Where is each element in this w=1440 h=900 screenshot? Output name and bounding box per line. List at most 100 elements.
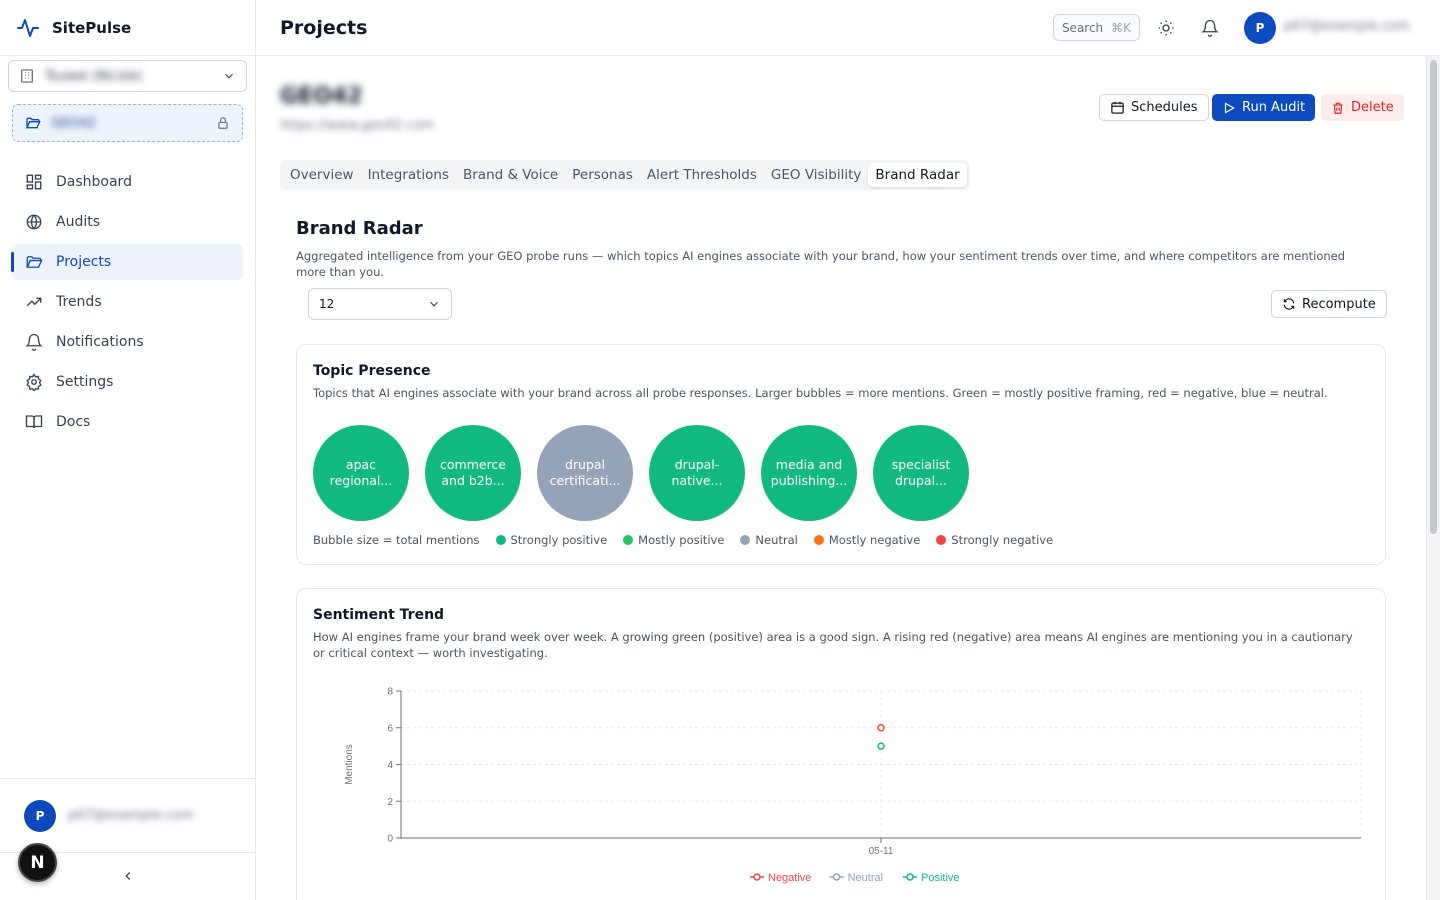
notifications-button[interactable] [1200, 18, 1220, 38]
tab-personas[interactable]: Personas [565, 163, 640, 187]
top-header: Projects Search ⌘K P p67@example.com [256, 0, 1440, 56]
y-tick-label: 2 [387, 797, 393, 808]
legend-marker [906, 873, 914, 881]
folder-open-icon [25, 117, 41, 129]
tab-brand-voice[interactable]: Brand & Voice [456, 163, 565, 187]
search-label: Search [1061, 20, 1104, 35]
theme-toggle-button[interactable] [1156, 18, 1176, 38]
page-scrollbar[interactable] [1426, 56, 1440, 900]
topic-bubble[interactable]: specialist drupal... [873, 425, 969, 521]
topic-bubble[interactable]: drupal-native... [649, 425, 745, 521]
app-name: SitePulse [52, 18, 132, 37]
sidebar-item-dashboard[interactable]: Dashboard [12, 164, 243, 200]
scrollbar-thumb[interactable] [1430, 60, 1437, 534]
sidebar-item-settings[interactable]: Settings [12, 364, 243, 400]
sun-icon [1158, 20, 1174, 36]
x-tick-label: 05-11 [869, 846, 894, 857]
main-content: GEO42 https://www.geo42.com Schedules Ru… [256, 56, 1426, 900]
trash-icon [1333, 102, 1343, 114]
legend-dot [936, 535, 947, 545]
search-button[interactable]: Search ⌘K [1053, 14, 1140, 41]
gear-icon [24, 372, 44, 392]
org-switcher[interactable]: Tsuwei (Nicole) [8, 60, 247, 92]
run-audit-button[interactable]: Run Audit [1212, 94, 1316, 121]
sentiment-trend-card: Sentiment Trend How AI engines frame you… [296, 588, 1386, 900]
project-tabs: Overview Integrations Brand & Voice Pers… [280, 160, 970, 190]
legend-marker [753, 873, 761, 881]
legend-label: Negative [768, 872, 811, 884]
sidebar-item-label: Audits [56, 214, 101, 230]
sidebar-item-audits[interactable]: Audits [12, 204, 243, 240]
user-menu[interactable]: P p67@example.com [0, 778, 255, 852]
legend-label: Neutral [848, 872, 883, 884]
dashboard-icon [24, 172, 44, 192]
sidebar-item-notifications[interactable]: Notifications [12, 324, 243, 360]
sidebar-item-trends[interactable]: Trends [12, 284, 243, 320]
sidebar: SitePulse Tsuwei (Nicole) GEO42 Dashboar… [0, 0, 256, 900]
nextjs-dev-badge[interactable]: N [18, 843, 57, 882]
project-url[interactable]: https://www.geo42.com [280, 118, 434, 133]
legend-item: Strongly negative [936, 533, 1053, 547]
tab-overview[interactable]: Overview [283, 163, 361, 187]
sidebar-item-projects[interactable]: Projects [11, 244, 243, 280]
project-name: GEO42 [51, 115, 97, 131]
sidebar-item-label: Notifications [56, 334, 144, 350]
legend-label: Neutral [755, 533, 798, 547]
topic-presence-card: Topic Presence Topics that AI engines as… [296, 344, 1386, 565]
chevron-left-icon [125, 872, 131, 880]
y-tick-label: 4 [387, 760, 393, 771]
current-project[interactable]: GEO42 [12, 104, 243, 142]
folder-icon [24, 252, 44, 272]
topic-bubble-label: commerce and b2b... [440, 457, 506, 488]
avatar: P [24, 799, 56, 832]
tab-integrations[interactable]: Integrations [361, 163, 456, 187]
calendar-icon [1111, 101, 1124, 114]
chevron-down-icon [430, 301, 438, 307]
legend-item: Mostly positive [623, 533, 724, 547]
sidebar-item-label: Settings [56, 374, 114, 390]
legend-item: Mostly negative [813, 533, 920, 547]
period-select[interactable]: 12 [308, 288, 452, 320]
tab-brand-radar[interactable]: Brand Radar [868, 163, 967, 187]
bell-icon [24, 332, 44, 352]
delete-label: Delete [1351, 100, 1394, 115]
topic-bubble[interactable]: apac regional... [313, 425, 409, 521]
tab-alert-thresholds[interactable]: Alert Thresholds [640, 163, 764, 187]
sidebar-item-label: Docs [56, 414, 91, 430]
delete-button[interactable]: Delete [1321, 94, 1404, 121]
y-tick-label: 6 [387, 723, 393, 734]
tab-geo-visibility[interactable]: GEO Visibility [764, 163, 869, 187]
legend-marker [832, 873, 841, 881]
topic-bubble[interactable]: drupal certificati... [537, 425, 633, 521]
recompute-button[interactable]: Recompute [1271, 290, 1387, 318]
data-point-positive [877, 742, 885, 750]
trending-icon [24, 292, 44, 312]
refresh-icon [1283, 298, 1295, 310]
topic-bubble-label: drupal-native... [671, 457, 723, 488]
topic-bubble[interactable]: commerce and b2b... [425, 425, 521, 521]
y-tick-label: 8 [387, 687, 393, 698]
collapse-sidebar-button[interactable] [118, 866, 138, 886]
topic-bubble[interactable]: media and publishing... [761, 425, 857, 521]
legend-item: Neutral [740, 533, 798, 547]
brand[interactable]: SitePulse [0, 0, 255, 56]
topic-bubble-label: specialist drupal... [891, 457, 951, 488]
org-name: Tsuwei (Nicole) [45, 68, 143, 84]
header-user-email: p67@example.com [1284, 19, 1410, 34]
sidebar-item-label: Dashboard [56, 174, 132, 190]
schedules-button[interactable]: Schedules [1099, 94, 1209, 121]
legend-label: Strongly negative [951, 533, 1054, 547]
legend-item: Strongly positive [495, 533, 607, 547]
sidebar-item-label: Trends [56, 294, 102, 310]
sentiment-trend-chart: 0 2 4 6 8 05-11 Mentions Negative Neutral Positiv… [344, 687, 1362, 884]
sidebar-item-docs[interactable]: Docs [12, 404, 243, 440]
header-avatar[interactable]: P [1244, 12, 1276, 44]
sidebar-nav: Dashboard Audits Projects Trends Notific… [11, 164, 243, 444]
sidebar-item-label: Projects [56, 254, 112, 270]
legend-dot [495, 535, 506, 545]
topic-presence-title: Topic Presence [313, 363, 431, 379]
topic-legend: Bubble size = total mentions Strongly po… [313, 533, 1053, 547]
legend-dot [813, 535, 824, 545]
building-icon [21, 69, 33, 83]
recompute-label: Recompute [1302, 296, 1376, 312]
